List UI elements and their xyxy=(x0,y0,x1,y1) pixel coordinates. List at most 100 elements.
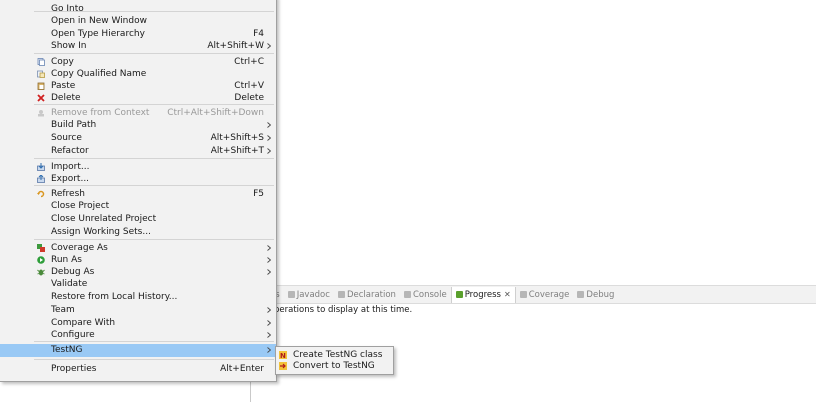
menu-item-import[interactable]: Import... xyxy=(0,161,276,173)
tab-javadoc[interactable]: Javadoc xyxy=(284,287,334,302)
menu-item-refresh[interactable]: Refresh F5 xyxy=(0,188,276,200)
menu-item-label: Source xyxy=(51,133,82,143)
run-as-icon xyxy=(37,256,45,264)
testng-submenu: N Create TestNG class Convert to TestNG xyxy=(275,346,394,375)
debug-icon xyxy=(577,291,585,298)
create-testng-class-icon: N xyxy=(279,351,287,360)
menu-item-shortcut: Ctrl+C xyxy=(234,57,264,67)
menu-item-team[interactable]: Team xyxy=(0,304,276,316)
menu-item-label: Validate xyxy=(51,279,88,289)
menu-item-label: Export... xyxy=(51,174,90,184)
chevron-right-icon xyxy=(267,329,272,342)
remove-context-icon xyxy=(37,109,45,117)
chevron-right-icon xyxy=(267,119,272,132)
menu-item-shortcut: Ctrl+V xyxy=(234,81,264,91)
menu-item-label: Compare With xyxy=(51,318,116,328)
menu-item-label: Assign Working Sets... xyxy=(51,227,151,237)
tab-label: Declaration xyxy=(346,289,396,300)
tab-debug[interactable]: Debug xyxy=(573,287,618,302)
menu-item-label: Debug As xyxy=(51,267,95,277)
menu-item-label: Configure xyxy=(51,330,95,340)
menu-item-shortcut: Alt+Enter xyxy=(220,364,264,374)
menu-item-open-type-hierarchy[interactable]: Open Type Hierarchy F4 xyxy=(0,28,276,40)
menu-item-shortcut: F5 xyxy=(253,189,264,199)
menu-item-label: Copy xyxy=(51,57,74,67)
menu-item-label: Run As xyxy=(51,255,82,265)
javadoc-icon xyxy=(287,291,295,298)
menu-item-close-project[interactable]: Close Project xyxy=(0,200,276,212)
menu-item-label: Go Into xyxy=(51,4,84,14)
menu-item-open-in-new-window[interactable]: Open in New Window xyxy=(0,15,276,27)
tab-label: Debug xyxy=(586,289,615,300)
menu-item-delete[interactable]: Delete Delete xyxy=(0,92,276,104)
menu-item-shortcut: Alt+Shift+T xyxy=(210,146,264,156)
submenu-item-convert-to-testng[interactable]: Convert to TestNG xyxy=(276,360,393,372)
menu-item-properties[interactable]: Properties Alt+Enter xyxy=(0,363,276,375)
menu-item-label: Remove from Context xyxy=(51,108,150,118)
chevron-right-icon xyxy=(267,344,272,357)
tab-coverage[interactable]: Coverage xyxy=(516,287,574,302)
import-icon xyxy=(37,163,45,171)
progress-icon xyxy=(455,291,463,298)
bottom-panel-tabs: blems Javadoc Declaration Console Progre… xyxy=(250,285,816,304)
copy-icon xyxy=(37,58,45,66)
menu-item-copy[interactable]: Copy Ctrl+C xyxy=(0,56,276,68)
chevron-right-icon xyxy=(267,40,272,53)
menu-item-paste[interactable]: Paste Ctrl+V xyxy=(0,80,276,92)
menu-item-assign-working-sets[interactable]: Assign Working Sets... xyxy=(0,226,276,238)
context-menu: Go Into Open in New Window Open Type Hiera… xyxy=(0,0,277,382)
menu-item-label: Open in New Window xyxy=(51,16,147,26)
menu-item-testng[interactable]: TestNG xyxy=(0,344,276,357)
menu-item-debug-as[interactable]: Debug As xyxy=(0,266,276,278)
menu-item-close-unrelated-project[interactable]: Close Unrelated Project xyxy=(0,213,276,225)
menu-item-go-into[interactable]: Go Into xyxy=(0,3,276,15)
paste-icon xyxy=(37,82,45,90)
menu-item-shortcut: Delete xyxy=(234,93,264,103)
menu-separator xyxy=(34,104,274,105)
menu-item-label: Delete xyxy=(51,93,81,103)
export-icon xyxy=(37,174,45,183)
tab-declaration[interactable]: Declaration xyxy=(334,287,400,302)
console-icon xyxy=(403,291,411,298)
menu-item-refactor[interactable]: Refactor Alt+Shift+T xyxy=(0,145,276,157)
menu-item-label: Coverage As xyxy=(51,243,108,253)
menu-item-build-path[interactable]: Build Path xyxy=(0,119,276,131)
menu-item-label: Refactor xyxy=(51,146,89,156)
coverage-icon xyxy=(519,291,527,298)
menu-item-export[interactable]: Export... xyxy=(0,173,276,185)
close-icon[interactable]: ✕ xyxy=(504,290,511,299)
menu-separator xyxy=(34,239,274,240)
tab-progress[interactable]: Progress ✕ xyxy=(450,286,516,303)
tab-label: Progress xyxy=(464,289,501,300)
menu-item-configure[interactable]: Configure xyxy=(0,329,276,341)
menu-separator xyxy=(34,359,274,360)
debug-as-icon xyxy=(37,268,45,276)
menu-item-remove-from-context: Remove from Context Ctrl+Alt+Shift+Down xyxy=(0,107,276,119)
menu-item-label: Close Project xyxy=(51,201,110,211)
copy-qualified-name-icon xyxy=(37,70,45,78)
menu-item-shortcut: F4 xyxy=(253,29,264,39)
coverage-as-icon xyxy=(37,244,45,252)
svg-text:N: N xyxy=(280,352,286,359)
menu-item-shortcut: Alt+Shift+S xyxy=(210,133,264,143)
menu-separator xyxy=(34,158,274,159)
chevron-right-icon xyxy=(267,145,272,158)
refresh-icon xyxy=(37,190,45,198)
menu-item-restore-from-local-history[interactable]: Restore from Local History... xyxy=(0,291,276,303)
menu-item-validate[interactable]: Validate xyxy=(0,278,276,290)
menu-item-label: Paste xyxy=(51,81,76,91)
convert-to-testng-icon xyxy=(279,362,287,370)
menu-separator xyxy=(34,341,274,342)
menu-item-show-in[interactable]: Show In Alt+Shift+W xyxy=(0,40,276,52)
tab-console[interactable]: Console xyxy=(400,287,451,302)
menu-item-copy-qualified-name[interactable]: Copy Qualified Name xyxy=(0,68,276,80)
menu-item-label: Restore from Local History... xyxy=(51,292,178,302)
menu-item-label: Show In xyxy=(51,41,87,51)
menu-item-source[interactable]: Source Alt+Shift+S xyxy=(0,132,276,144)
menu-item-label: Refresh xyxy=(51,189,85,199)
menu-item-coverage-as[interactable]: Coverage As xyxy=(0,242,276,254)
menu-item-run-as[interactable]: Run As xyxy=(0,254,276,266)
menu-item-label: Import... xyxy=(51,162,90,172)
menu-separator xyxy=(34,53,274,54)
menu-item-compare-with[interactable]: Compare With xyxy=(0,317,276,329)
